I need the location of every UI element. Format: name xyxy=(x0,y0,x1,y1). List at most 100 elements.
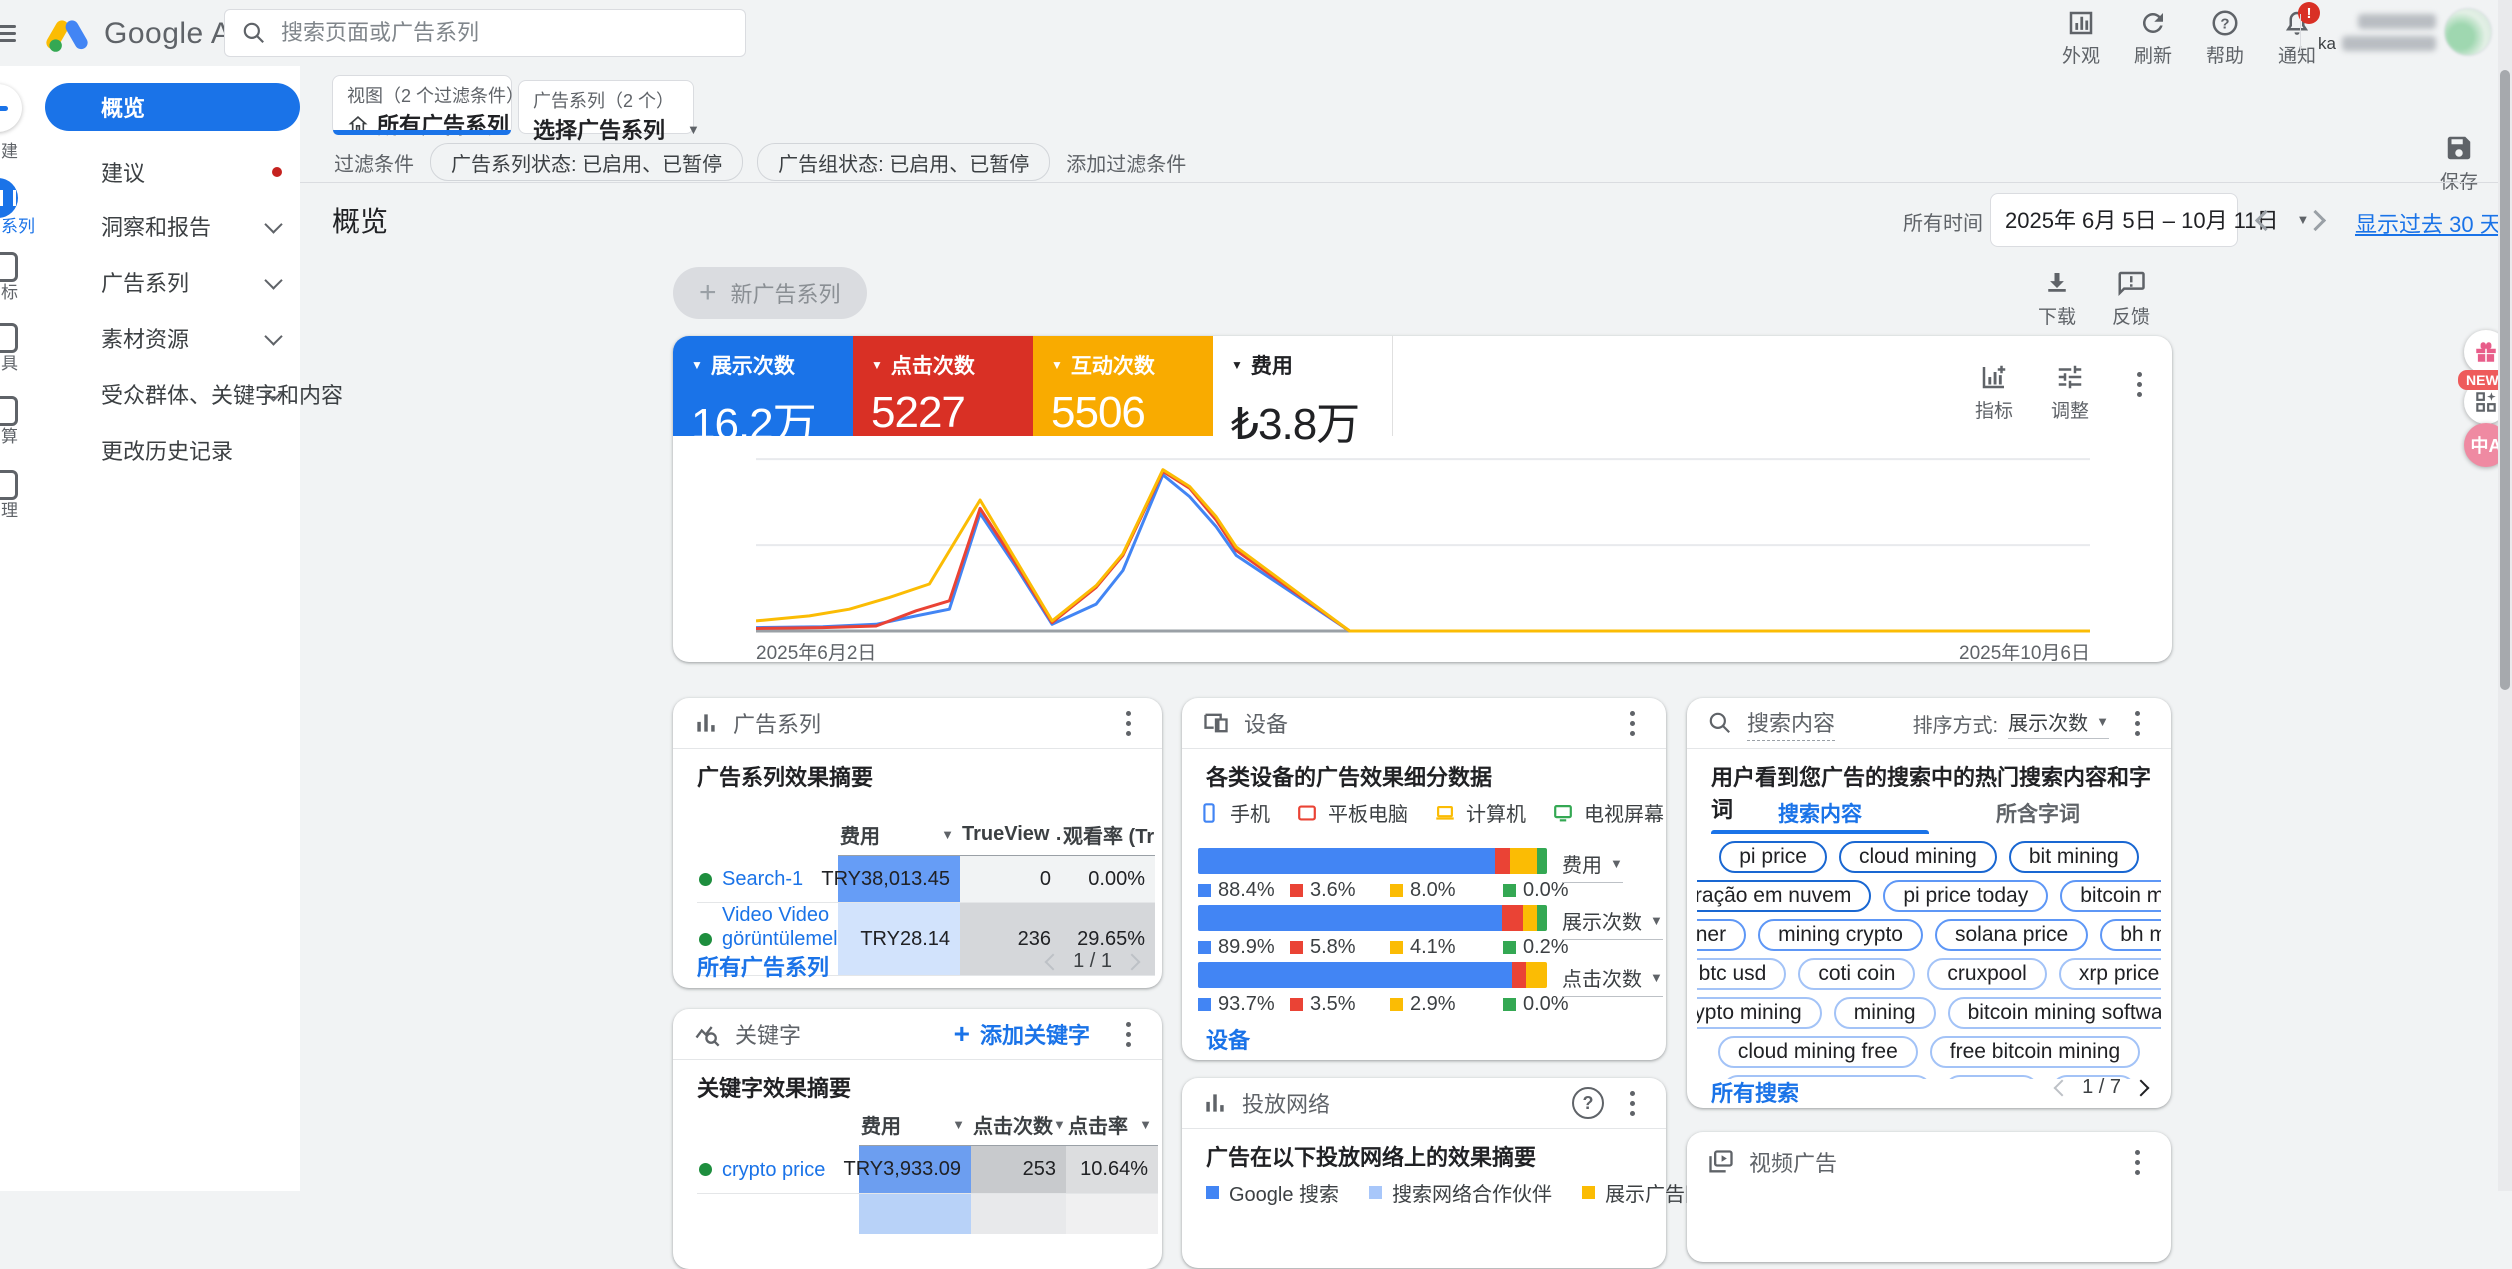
stacked-bar[interactable] xyxy=(1198,905,1547,931)
new-campaign-button[interactable]: + 新广告系列 xyxy=(673,267,867,319)
device-legend-3[interactable]: 计算机 xyxy=(1434,798,1526,827)
search-term-chip[interactable]: mineração em nuvem xyxy=(1697,880,1871,912)
card-subtitle: 广告在以下投放网络上的效果摘要 xyxy=(1206,1140,1536,1172)
download-button[interactable]: 下载 xyxy=(2038,268,2076,329)
all-searches-link[interactable]: 所有搜索 xyxy=(1711,1076,1799,1108)
column-header[interactable]: 观看率 (Tru…▼ xyxy=(1061,814,1155,856)
page-next-icon[interactable] xyxy=(1124,953,1141,970)
sidebar-item-history[interactable]: 更改历史记录 xyxy=(45,426,300,474)
column-header[interactable]: 费用▼ xyxy=(838,814,960,856)
page-next-icon[interactable] xyxy=(2133,1079,2150,1096)
sort-dropdown[interactable]: 展示次数 ▼ xyxy=(2008,707,2109,739)
view-filter-dropdown[interactable]: 视图（2 个过滤条件） 所有广告系列 ▼ xyxy=(332,75,512,135)
sidebar-item-campaigns[interactable]: 广告系列 xyxy=(45,258,300,306)
collapse-nav-button[interactable] xyxy=(0,84,22,132)
column-header[interactable]: 费用▼ xyxy=(859,1104,971,1146)
appearance-button[interactable]: 外观 xyxy=(2052,8,2110,68)
save-button[interactable]: 保存 xyxy=(2440,133,2478,194)
search-term-chip[interactable]: free bitcoin mining xyxy=(1930,1036,2140,1068)
stacked-bar[interactable] xyxy=(1198,848,1547,874)
search-term-chip[interactable]: bitcoin mining xyxy=(2060,880,2161,912)
bar-metric-dropdown[interactable]: 点击次数▼ xyxy=(1562,963,1663,997)
sidebar-item-assets[interactable]: 素材资源 xyxy=(45,314,300,362)
search-term-chip[interactable]: coti coin xyxy=(1798,958,1915,990)
filter-chip[interactable]: 广告系列状态: 已启用、已暂停 xyxy=(430,143,743,181)
metric-value: 16.2万 xyxy=(691,388,853,452)
card-menu-icon[interactable] xyxy=(2123,711,2151,736)
search-term-chip[interactable]: btc usd xyxy=(1697,958,1786,990)
global-search[interactable] xyxy=(224,9,746,57)
campaign-select-dropdown[interactable]: 广告系列（2 个） 选择广告系列 ▼ xyxy=(518,80,694,134)
search-input[interactable] xyxy=(279,19,729,47)
bar-metric-dropdown[interactable]: 费用▼ xyxy=(1562,849,1623,883)
search-term-chip[interactable]: pi price xyxy=(1719,841,1827,873)
metric-tile-4[interactable]: ▼费用₺3.8万 xyxy=(1213,336,1393,436)
search-term-chip[interactable]: solana price xyxy=(1935,919,2088,951)
search-term-chip[interactable]: mining xyxy=(1834,997,1936,1029)
search-term-chip[interactable]: xrp price xyxy=(2059,958,2161,990)
refresh-button[interactable]: 刷新 xyxy=(2124,8,2182,68)
search-term-chip[interactable]: ltc miner xyxy=(1697,919,1746,951)
search-term-chip[interactable]: cloud mining free xyxy=(1718,1036,1918,1068)
search-term-chip[interactable]: bitcoin mining software xyxy=(1948,997,2161,1029)
bar-metric-dropdown[interactable]: 展示次数▼ xyxy=(1562,906,1663,940)
add-filter-button[interactable]: 添加过滤条件 xyxy=(1066,148,1186,177)
show-last-30-days-link[interactable]: 显示过去 30 天的数据 xyxy=(2355,207,2512,239)
metric-tile-3[interactable]: ▼互动次数5506 xyxy=(1033,336,1213,436)
metric-tile-2[interactable]: ▼点击次数5227 xyxy=(853,336,1033,436)
device-legend-1[interactable]: 手机 xyxy=(1198,798,1270,827)
metric-tile-1[interactable]: ▼展示次数16.2万 xyxy=(673,336,853,436)
card-menu-icon[interactable] xyxy=(2123,1150,2151,1175)
scrollbar[interactable] xyxy=(2498,0,2512,1191)
account-info[interactable]: ka xyxy=(2318,10,2438,56)
google-ads-logo-icon xyxy=(44,12,90,56)
legend-swatch xyxy=(1582,1186,1595,1199)
keyword-link[interactable]: crypto price xyxy=(722,1158,825,1182)
avatar[interactable] xyxy=(2444,8,2492,56)
metrics-button[interactable]: 指标 xyxy=(1975,362,2013,423)
column-header[interactable]: 点击率▼ xyxy=(1066,1104,1158,1146)
help-icon[interactable]: ? xyxy=(1572,1087,1604,1119)
notifications-label: 通知 xyxy=(2278,41,2316,68)
search-term-chip[interactable]: pi price today xyxy=(1883,880,2048,912)
percent-value: 89.9% xyxy=(1218,936,1275,959)
search-term-chip[interactable]: mining crypto xyxy=(1758,919,1923,951)
column-header[interactable]: TrueView …▼ xyxy=(960,814,1061,856)
card-menu-icon[interactable] xyxy=(1114,1022,1142,1047)
keyword-icon xyxy=(693,1020,721,1048)
tab-inactive[interactable]: 所含字词 xyxy=(1929,790,2147,842)
page-prev-icon[interactable] xyxy=(1045,953,1062,970)
device-legend-4[interactable]: 电视屏幕 xyxy=(1552,798,1664,827)
search-term-chip[interactable]: cruxpool xyxy=(1927,958,2046,990)
sidebar-item-recommendations[interactable]: 建议 xyxy=(45,148,300,196)
filter-chip[interactable]: 广告组状态: 已启用、已暂停 xyxy=(757,143,1050,181)
device-legend-2[interactable]: 平板电脑 xyxy=(1296,798,1408,827)
all-campaigns-link[interactable]: 所有广告系列 xyxy=(697,950,829,982)
card-menu-icon[interactable] xyxy=(1618,711,1646,736)
search-term-chip[interactable]: bh mining xyxy=(2100,919,2161,951)
tab-active[interactable]: 搜索内容 xyxy=(1711,790,1929,842)
search-term-chip[interactable] xyxy=(1944,1075,2039,1079)
sidebar-item-overview[interactable]: 概览 xyxy=(45,83,300,131)
help-button[interactable]: ?帮助 xyxy=(2196,8,2254,68)
column-header[interactable]: 点击次数▼ xyxy=(971,1104,1066,1146)
overview-menu-icon[interactable] xyxy=(2125,372,2153,397)
add-keyword-button[interactable]: + 添加关键字 xyxy=(954,1018,1090,1050)
stacked-bar[interactable] xyxy=(1198,962,1547,988)
search-term-chip[interactable]: bit mining xyxy=(2009,841,2139,873)
feedback-button[interactable]: 反馈 xyxy=(2112,268,2150,329)
sidebar-item-audiences[interactable]: 受众群体、关键字和内容 xyxy=(45,370,300,418)
menu-icon[interactable] xyxy=(0,21,16,45)
search-term-chip[interactable]: crypto mining xyxy=(1697,997,1822,1029)
date-range-picker[interactable]: 2025年 6月 5日 – 10月 11日 ▼ xyxy=(1990,193,2238,247)
devices-link[interactable]: 设备 xyxy=(1206,1023,1250,1055)
page-prev-icon[interactable] xyxy=(2054,1079,2071,1096)
card-menu-icon[interactable] xyxy=(1114,711,1142,736)
search-term-chip[interactable]: cloud mining xyxy=(1839,841,1997,873)
adjust-button[interactable]: 调整 xyxy=(2051,362,2089,423)
scrollbar-thumb[interactable] xyxy=(2500,70,2510,690)
campaign-link[interactable]: Search-1 xyxy=(722,867,803,891)
sidebar-item-insights[interactable]: 洞察和报告 xyxy=(45,202,300,250)
filters-row: 过滤条件 广告系列状态: 已启用、已暂停广告组状态: 已启用、已暂停 添加过滤条… xyxy=(334,144,1186,180)
card-menu-icon[interactable] xyxy=(1618,1091,1646,1116)
